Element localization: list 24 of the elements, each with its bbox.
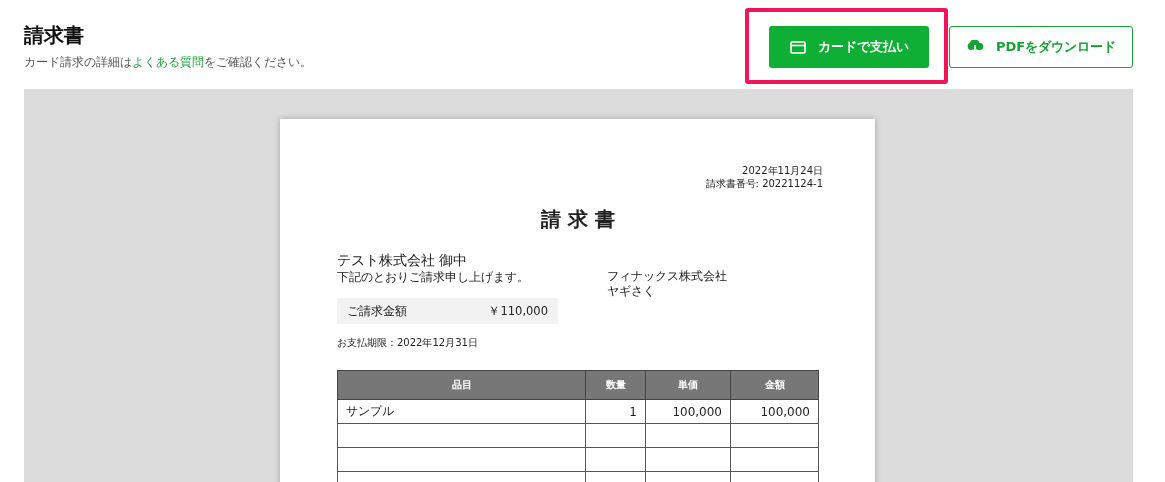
issuer-person: ヤギさく	[607, 284, 656, 299]
table-cell: 1	[585, 399, 646, 424]
pay-by-card-button[interactable]: カードで支払い	[769, 26, 929, 68]
invoice-title: 請 求 書	[540, 206, 616, 233]
table-cell: サンプル	[337, 399, 586, 424]
page-title: 請求書	[24, 22, 85, 48]
invoice-number: 請求書番号: 20221124-1	[705, 177, 823, 190]
amount-value: ￥110,000	[488, 303, 548, 319]
column-header: 金額	[730, 370, 819, 400]
issuer-name: フィナックス株式会社	[607, 269, 727, 284]
due-date: お支払期限：2022年12月31日	[337, 336, 479, 350]
column-header: 品目	[337, 370, 586, 400]
greeting-text: 下記のとおりご請求申し上げます。	[337, 269, 530, 286]
faq-link[interactable]: よくある質問	[132, 55, 204, 69]
table-cell: 100,000	[730, 399, 819, 424]
column-header: 数量	[585, 370, 646, 400]
card-icon	[789, 40, 806, 54]
download-pdf-button[interactable]: PDFをダウンロード	[949, 26, 1133, 68]
amount-label: ご請求金額	[347, 303, 407, 319]
table-cell: 100,000	[645, 399, 731, 424]
recipient-name: テスト株式会社 御中	[337, 251, 469, 269]
help-text: カード請求の詳細はよくある質問をご確認ください。	[24, 54, 312, 71]
column-header: 単価	[645, 370, 731, 400]
invoice-date: 2022年11月24日	[742, 164, 823, 177]
